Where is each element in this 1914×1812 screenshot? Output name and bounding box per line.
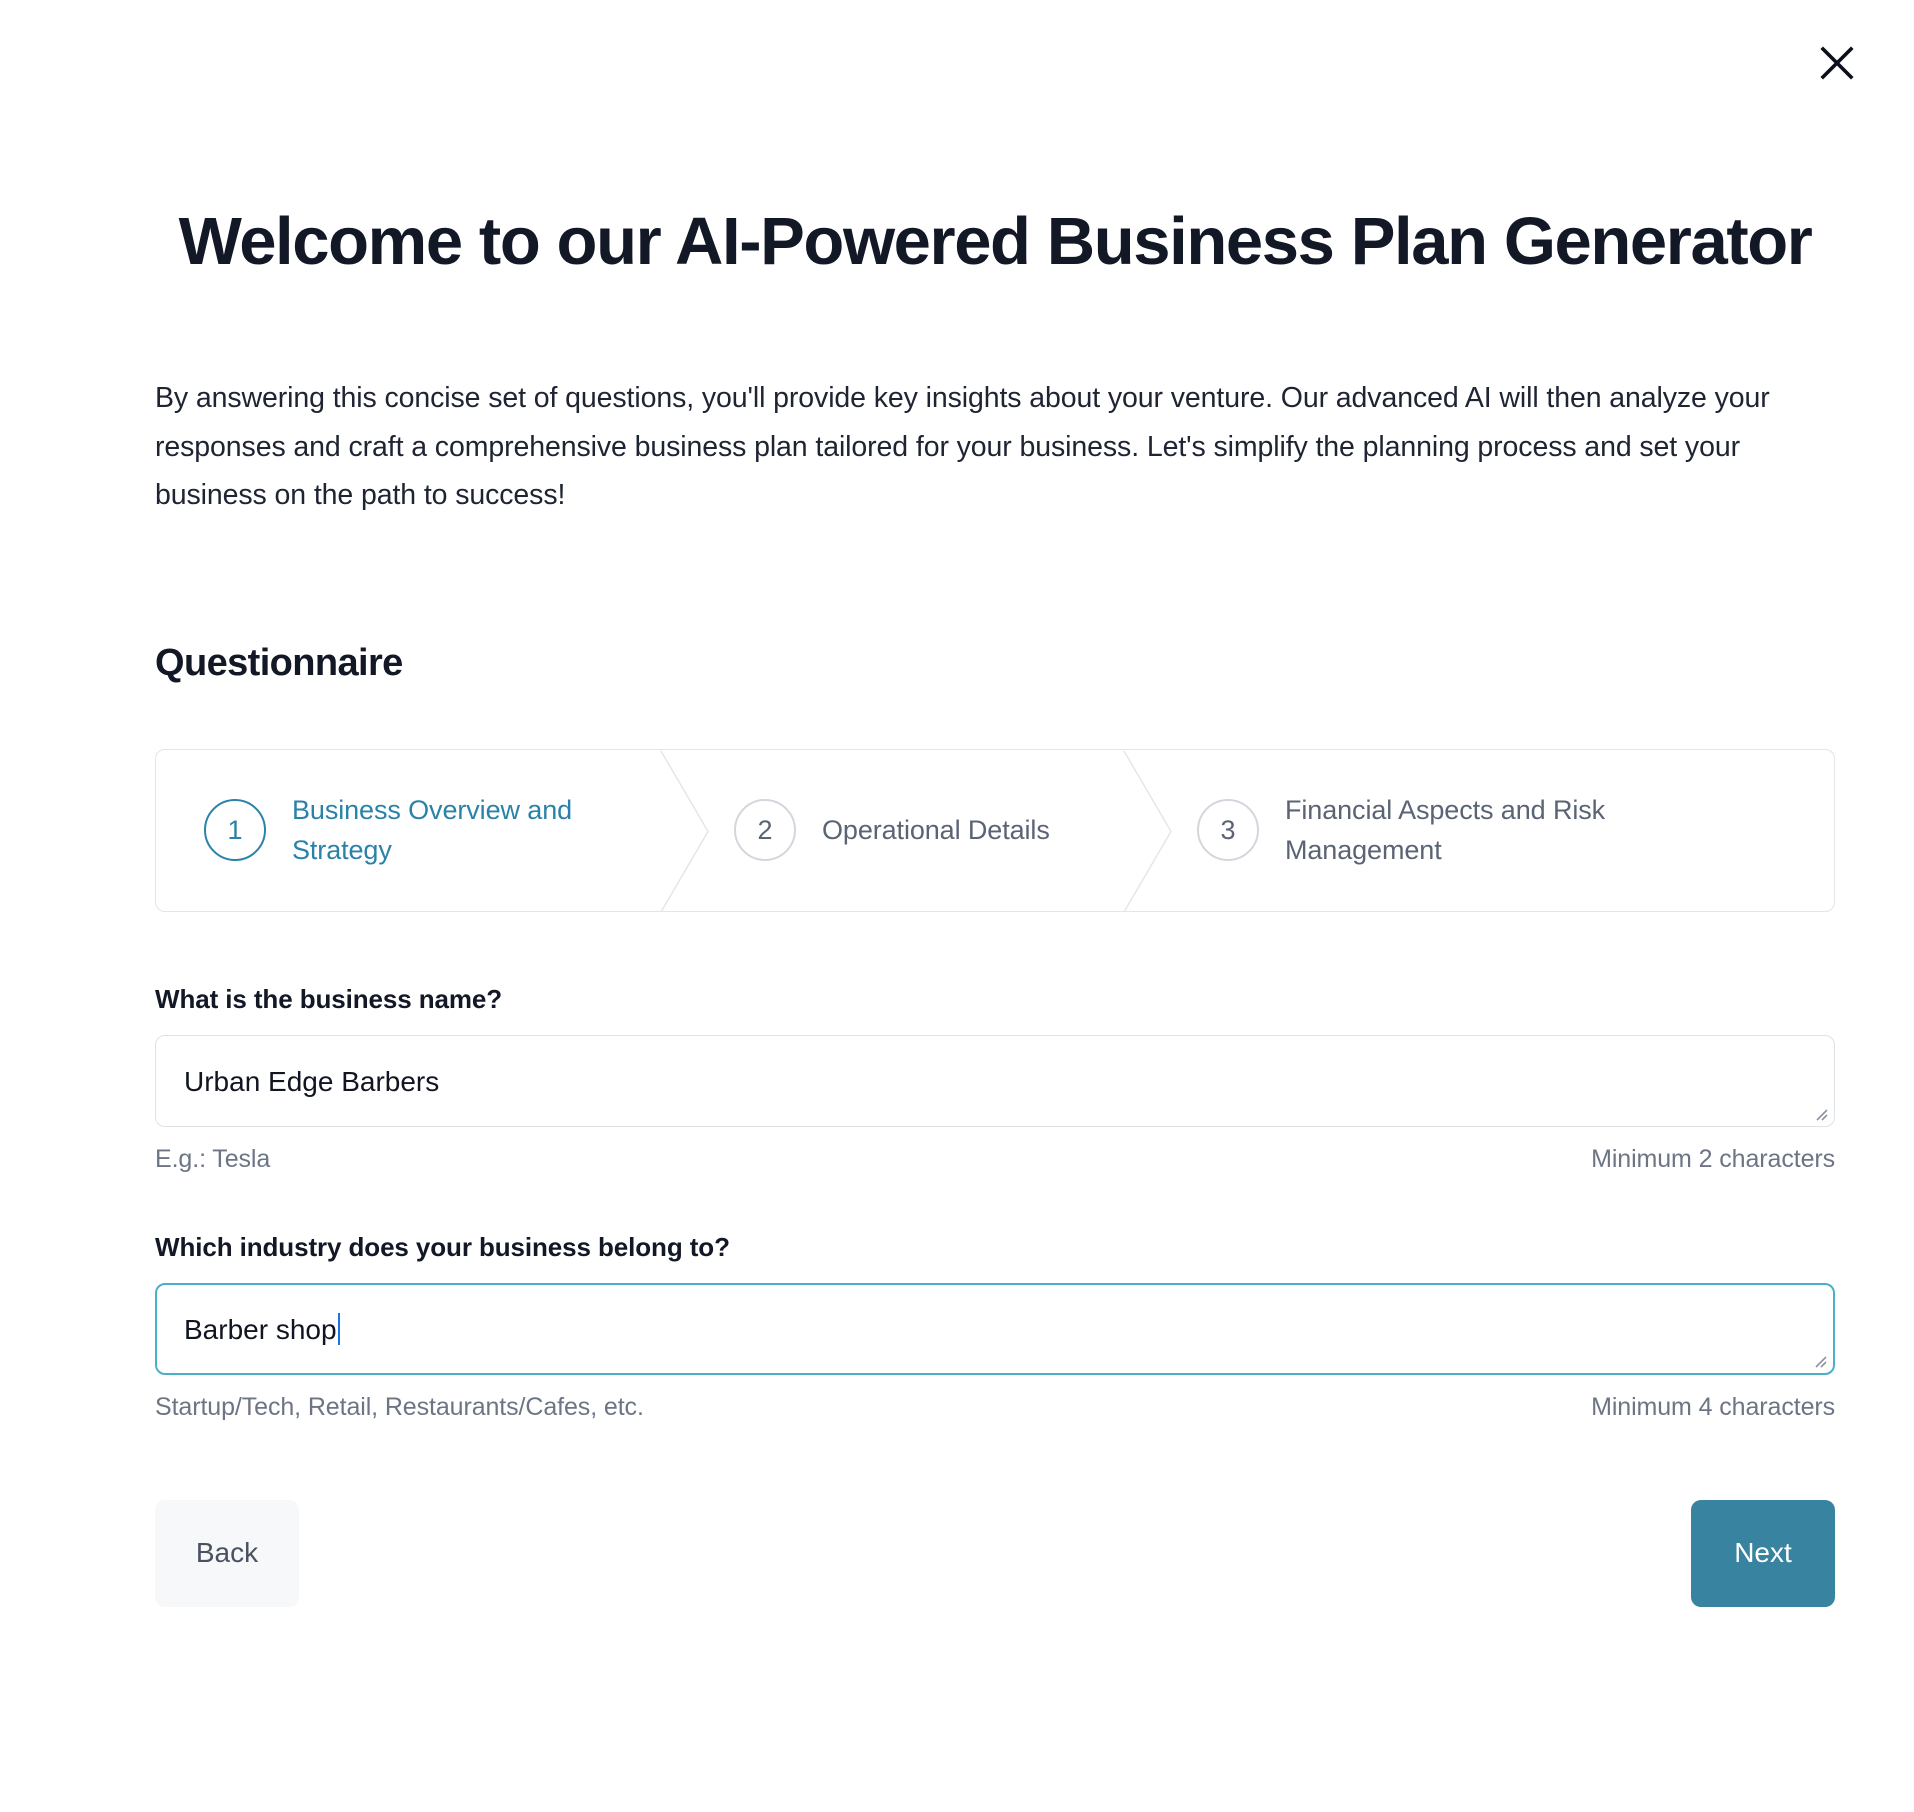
- industry-input[interactable]: Barber shop: [155, 1282, 1835, 1375]
- business-name-input[interactable]: Urban Edge Barbers: [155, 1034, 1835, 1127]
- step-label: Financial Aspects and Risk Management: [1285, 795, 1606, 866]
- footer-actions: Back Next: [155, 1499, 1835, 1677]
- step-number-badge: 1: [204, 799, 266, 862]
- section-title: Questionnaire: [155, 641, 403, 684]
- step-label: Operational Details: [822, 815, 1050, 846]
- hint-row: E.g.: Tesla Minimum 2 characters: [155, 1145, 1835, 1174]
- field-label: Which industry does your business belong…: [155, 1231, 730, 1262]
- intro-paragraph: By answering this concise set of questio…: [155, 382, 1770, 512]
- resize-grip-icon[interactable]: [1810, 1103, 1828, 1121]
- field-example-hint: Startup/Tech, Retail, Restaurants/Cafes,…: [155, 1392, 644, 1421]
- step-number-badge: 2: [734, 799, 796, 862]
- field-business-name: What is the business name? Urban Edge Ba…: [155, 984, 1835, 1174]
- industry-input-value: Barber shop: [184, 1311, 340, 1349]
- step-label: Business Overview and Strategy: [292, 795, 573, 866]
- text-caret: [337, 1312, 340, 1345]
- field-industry: Which industry does your business belong…: [155, 1232, 1835, 1422]
- step-number-badge: 3: [1197, 799, 1259, 862]
- title-wrap: Welcome to our AI-Powered Business Plan …: [155, 0, 1835, 288]
- page-title: Welcome to our AI-Powered Business Plan …: [178, 204, 1813, 279]
- stepper-step-2[interactable]: 2 Operational Details: [686, 750, 1172, 911]
- field-label: What is the business name?: [155, 983, 503, 1014]
- stepper: 1 Business Overview and Strategy 2 Opera…: [155, 748, 1835, 912]
- field-example-hint: E.g.: Tesla: [155, 1144, 271, 1173]
- modal-content: Welcome to our AI-Powered Business Plan …: [155, 0, 1835, 1677]
- industry-input-text: Barber shop: [184, 1313, 337, 1345]
- hint-row: Startup/Tech, Retail, Restaurants/Cafes,…: [155, 1393, 1835, 1422]
- next-button[interactable]: Next: [1691, 1499, 1835, 1607]
- stepper-step-3[interactable]: 3 Financial Aspects and Risk Management: [1149, 750, 1831, 911]
- resize-grip-icon[interactable]: [1809, 1350, 1827, 1368]
- field-min-chars-hint: Minimum 2 characters: [1591, 1144, 1835, 1173]
- stepper-step-1[interactable]: 1 Business Overview and Strategy: [156, 750, 709, 911]
- business-name-input-value: Urban Edge Barbers: [184, 1065, 440, 1097]
- business-plan-generator-modal: Welcome to our AI-Powered Business Plan …: [0, 0, 1914, 1812]
- back-button[interactable]: Back: [155, 1499, 299, 1607]
- field-min-chars-hint: Minimum 4 characters: [1591, 1392, 1835, 1421]
